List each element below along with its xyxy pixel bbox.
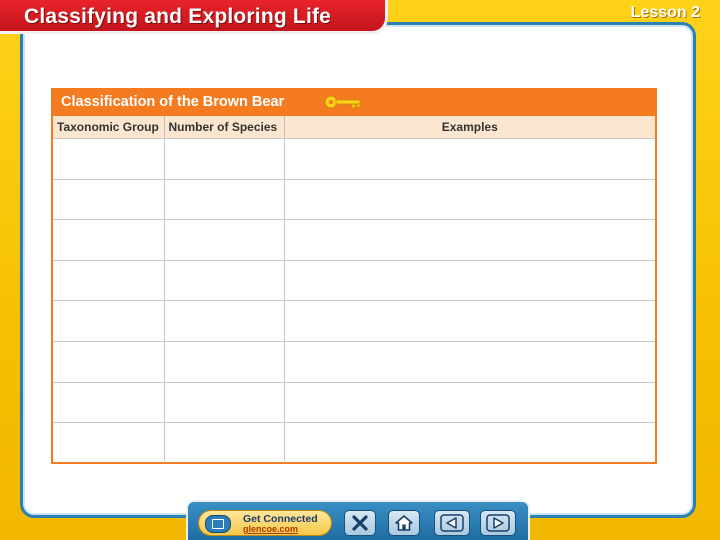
table-cell: [164, 422, 285, 463]
table-cell: [284, 219, 655, 261]
table-cell: [284, 340, 655, 383]
table-row: [53, 138, 655, 180]
table-cell: [53, 138, 165, 180]
computer-icon: [205, 515, 231, 533]
table-cell: [53, 422, 165, 463]
table-cell: [53, 219, 165, 261]
table-row: [53, 219, 655, 261]
table-cell: [53, 381, 165, 423]
table-cell: [53, 178, 165, 220]
table-row: [53, 340, 655, 383]
key-icon: [324, 95, 362, 114]
table-grid: Taxonomic Group Number of Species Exampl…: [53, 116, 655, 463]
table-cell: [53, 259, 165, 301]
table-cell: [164, 178, 285, 220]
title-bar: Classifying and Exploring Life: [0, 0, 388, 34]
table-cell: [164, 259, 285, 301]
home-button[interactable]: [388, 510, 420, 536]
table-row: [53, 422, 655, 463]
table-cell: [284, 300, 655, 342]
get-connected-link[interactable]: glencoe.com: [243, 524, 298, 534]
page-title: Classifying and Exploring Life: [24, 5, 332, 28]
navigation-bar: Get Connected glencoe.com: [186, 500, 530, 540]
table-title-band: Classification of the Brown Bear: [53, 90, 655, 116]
close-icon: [352, 515, 368, 531]
close-button[interactable]: [344, 510, 376, 536]
forward-button[interactable]: [480, 510, 516, 536]
table-row: [53, 178, 655, 220]
column-header-number-of-species: Number of Species: [164, 116, 285, 139]
get-connected-button[interactable]: Get Connected glencoe.com: [198, 510, 332, 536]
table-cell: [164, 340, 285, 383]
lesson-label: Lesson 2: [630, 4, 700, 21]
table-cell: [284, 381, 655, 423]
table-title: Classification of the Brown Bear: [61, 94, 285, 110]
back-button[interactable]: [434, 510, 470, 536]
table-cell: [284, 422, 655, 463]
table-cell: [53, 340, 165, 383]
table-cell: [284, 178, 655, 220]
classification-table: Classification of the Brown Bear Taxonom…: [51, 88, 657, 464]
table-cell: [164, 138, 285, 180]
table-row: [53, 259, 655, 301]
table-cell: [164, 300, 285, 342]
forward-arrow-icon: [486, 514, 510, 532]
table-row: [53, 381, 655, 423]
back-arrow-icon: [440, 514, 464, 532]
table-cell: [53, 300, 165, 342]
table-cell: [164, 219, 285, 261]
table-cell: [284, 259, 655, 301]
column-header-taxonomic-group: Taxonomic Group: [53, 116, 165, 139]
table-cell: [164, 381, 285, 423]
table-header-row: Taxonomic Group Number of Species Exampl…: [53, 116, 655, 139]
home-icon: [395, 515, 413, 531]
table-row: [53, 300, 655, 342]
column-header-examples: Examples: [284, 116, 655, 139]
table-cell: [284, 138, 655, 180]
